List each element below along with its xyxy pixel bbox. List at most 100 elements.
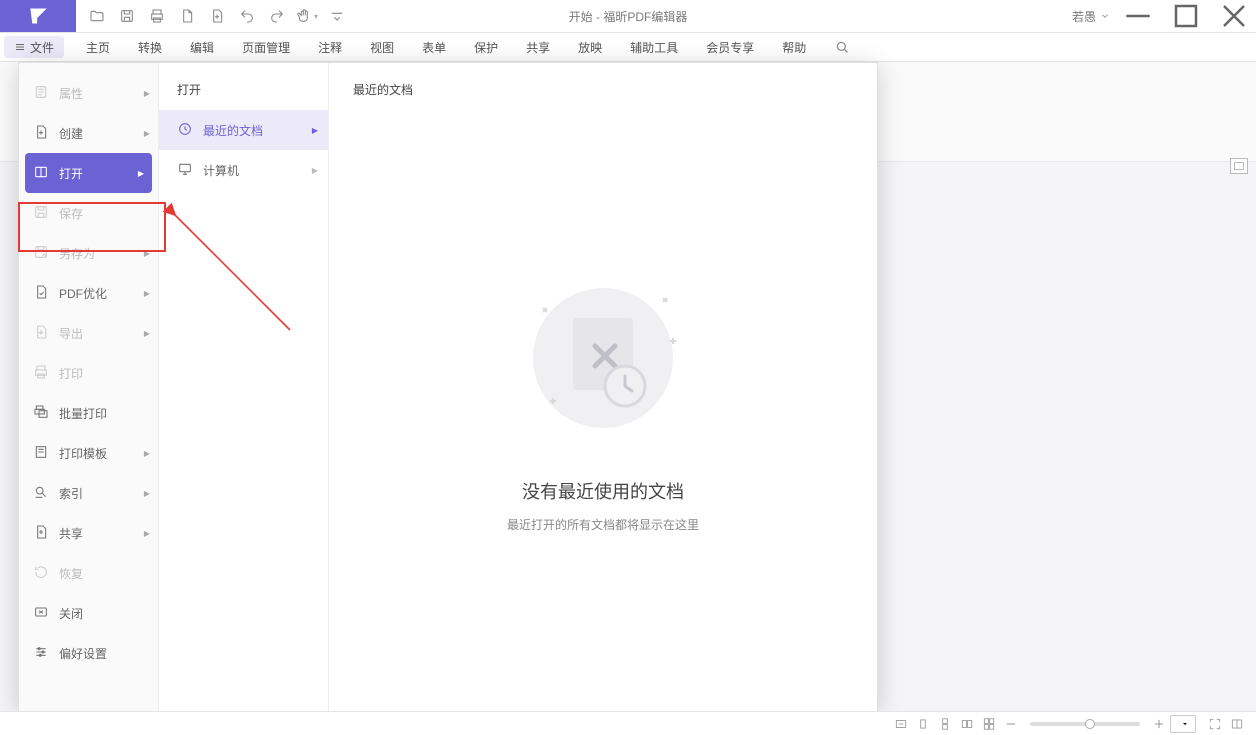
chevron-right-icon: ▶ [144, 449, 150, 458]
menu-item-7[interactable]: 保护 [460, 32, 512, 62]
window-title: 开始 - 福昕PDF编辑器 [569, 8, 688, 25]
open-submenu-item-1[interactable]: 计算机▶ [159, 150, 328, 190]
file-sidebar-label: 批量打印 [59, 405, 107, 422]
file-sidebar-label: 偏好设置 [59, 645, 107, 662]
menu-item-1[interactable]: 转换 [124, 32, 176, 62]
chevron-right-icon: ▶ [144, 129, 150, 138]
file-sidebar-icon [33, 484, 49, 503]
recent-documents-pane: 最近的文档 没有最近使用的文档 最近打开的所有文档都将显示在这里 [329, 63, 877, 711]
file-sidebar-label: PDF优化 [59, 285, 107, 302]
file-sidebar-item-0: 属性 ▶ [19, 73, 158, 113]
menu-item-8[interactable]: 共享 [512, 32, 564, 62]
menu-item-6[interactable]: 表单 [408, 32, 460, 62]
file-sidebar-item-6: 导出▶ [19, 313, 158, 353]
single-page-icon[interactable] [912, 714, 934, 734]
open-submenu-header: 打开 [159, 81, 328, 110]
menu-item-3[interactable]: 页面管理 [228, 32, 304, 62]
clock-icon [177, 121, 193, 140]
menu-item-11[interactable]: 会员专享 [692, 32, 768, 62]
status-bar [0, 711, 1256, 735]
zoom-in-icon[interactable] [1148, 714, 1170, 734]
chevron-right-icon: ▶ [312, 126, 318, 135]
chevron-right-icon: ▶ [144, 289, 150, 298]
chevron-down-icon [1100, 11, 1110, 21]
file-sidebar-item-13[interactable]: 关闭 [19, 593, 158, 633]
menu-item-12[interactable]: 帮助 [768, 32, 820, 62]
menu-item-0[interactable]: 主页 [72, 32, 124, 62]
file-sidebar-item-14[interactable]: 偏好设置 [19, 633, 158, 673]
two-page-icon[interactable] [956, 714, 978, 734]
file-sidebar-label: 属性 [59, 85, 83, 102]
window-minimize-button[interactable] [1118, 0, 1158, 32]
window-maximize-button[interactable] [1166, 0, 1206, 32]
file-sidebar-icon [33, 164, 49, 183]
file-sidebar-label: 另存为 [59, 245, 95, 262]
file-sidebar-label: 保存 [59, 205, 83, 222]
hamburger-icon [14, 41, 26, 53]
chevron-right-icon: ▶ [144, 249, 150, 258]
zoom-value-box[interactable] [1170, 715, 1196, 733]
file-menu-button[interactable]: 文件 [4, 36, 64, 58]
menu-item-5[interactable]: 视图 [356, 32, 408, 62]
fullscreen-icon[interactable] [1204, 714, 1226, 734]
new-page-icon[interactable] [204, 3, 230, 29]
chevron-right-icon: ▶ [138, 169, 144, 178]
file-sidebar-item-5[interactable]: PDF优化 ▶ [19, 273, 158, 313]
file-sidebar-icon [33, 564, 49, 583]
file-sidebar-icon [33, 244, 49, 263]
print-icon[interactable] [144, 3, 170, 29]
chevron-down-icon [1181, 720, 1189, 728]
menu-item-4[interactable]: 注释 [304, 32, 356, 62]
file-sidebar-icon [33, 444, 49, 463]
chevron-right-icon: ▶ [144, 89, 150, 98]
quick-access-dropdown-icon[interactable] [324, 3, 350, 29]
search-icon[interactable] [828, 33, 856, 61]
file-sidebar-label: 打开 [59, 165, 83, 182]
zoom-slider-thumb[interactable] [1085, 719, 1095, 729]
file-sidebar-item-2[interactable]: 打开 ▶ [25, 153, 152, 193]
file-sidebar-label: 恢复 [59, 565, 83, 582]
window-close-button[interactable] [1214, 0, 1254, 32]
file-sidebar-item-9[interactable]: 打印模板 ▶ [19, 433, 158, 473]
file-sidebar-item-12: 恢复 [19, 553, 158, 593]
redo-icon[interactable] [264, 3, 290, 29]
open-submenu-item-0[interactable]: 最近的文档▶ [159, 110, 328, 150]
account-name: 若愚 [1072, 8, 1096, 25]
account-menu[interactable]: 若愚 [1072, 8, 1110, 25]
page-icon[interactable] [174, 3, 200, 29]
menu-item-9[interactable]: 放映 [564, 32, 616, 62]
main-menu-bar: 文件 主页转换编辑页面管理注释视图表单保护共享放映辅助工具会员专享帮助 [0, 32, 1256, 62]
file-sidebar-icon [33, 84, 49, 103]
open-icon[interactable] [84, 3, 110, 29]
file-sidebar-label: 打印模板 [59, 445, 107, 462]
file-sidebar-label: 打印 [59, 365, 83, 382]
undo-icon[interactable] [234, 3, 260, 29]
menu-item-10[interactable]: 辅助工具 [616, 32, 692, 62]
reading-mode-icon[interactable] [1226, 714, 1248, 734]
file-menu-sidebar: 属性▶创建▶打开▶保存另存为▶PDF优化▶导出▶打印批量打印打印模板▶索引▶共享… [19, 63, 159, 711]
file-sidebar-item-4: 另存为 ▶ [19, 233, 158, 273]
file-sidebar-label: 导出 [59, 325, 83, 342]
file-menu-label: 文件 [30, 39, 54, 56]
open-submenu: 打开 最近的文档▶计算机▶ [159, 63, 329, 711]
menu-item-2[interactable]: 编辑 [176, 32, 228, 62]
zoom-slider[interactable] [1030, 722, 1140, 726]
continuous-page-icon[interactable] [934, 714, 956, 734]
two-page-continuous-icon[interactable] [978, 714, 1000, 734]
recent-documents-header: 最近的文档 [353, 81, 853, 98]
empty-state-title: 没有最近使用的文档 [522, 478, 684, 504]
file-sidebar-item-10[interactable]: 索引▶ [19, 473, 158, 513]
zoom-out-icon[interactable] [1000, 714, 1022, 734]
file-sidebar-label: 索引 [59, 485, 83, 502]
file-sidebar-item-11[interactable]: 共享▶ [19, 513, 158, 553]
file-sidebar-icon [33, 324, 49, 343]
file-sidebar-item-8[interactable]: 批量打印 [19, 393, 158, 433]
file-sidebar-item-1[interactable]: 创建▶ [19, 113, 158, 153]
file-sidebar-icon [33, 404, 49, 423]
file-sidebar-icon [33, 284, 49, 303]
fit-width-icon[interactable] [890, 714, 912, 734]
hand-icon[interactable]: ▾ [294, 3, 320, 29]
save-icon[interactable] [114, 3, 140, 29]
collapse-ribbon-toggle[interactable] [1230, 158, 1248, 174]
empty-state-subtitle: 最近打开的所有文档都将显示在这里 [507, 516, 699, 533]
